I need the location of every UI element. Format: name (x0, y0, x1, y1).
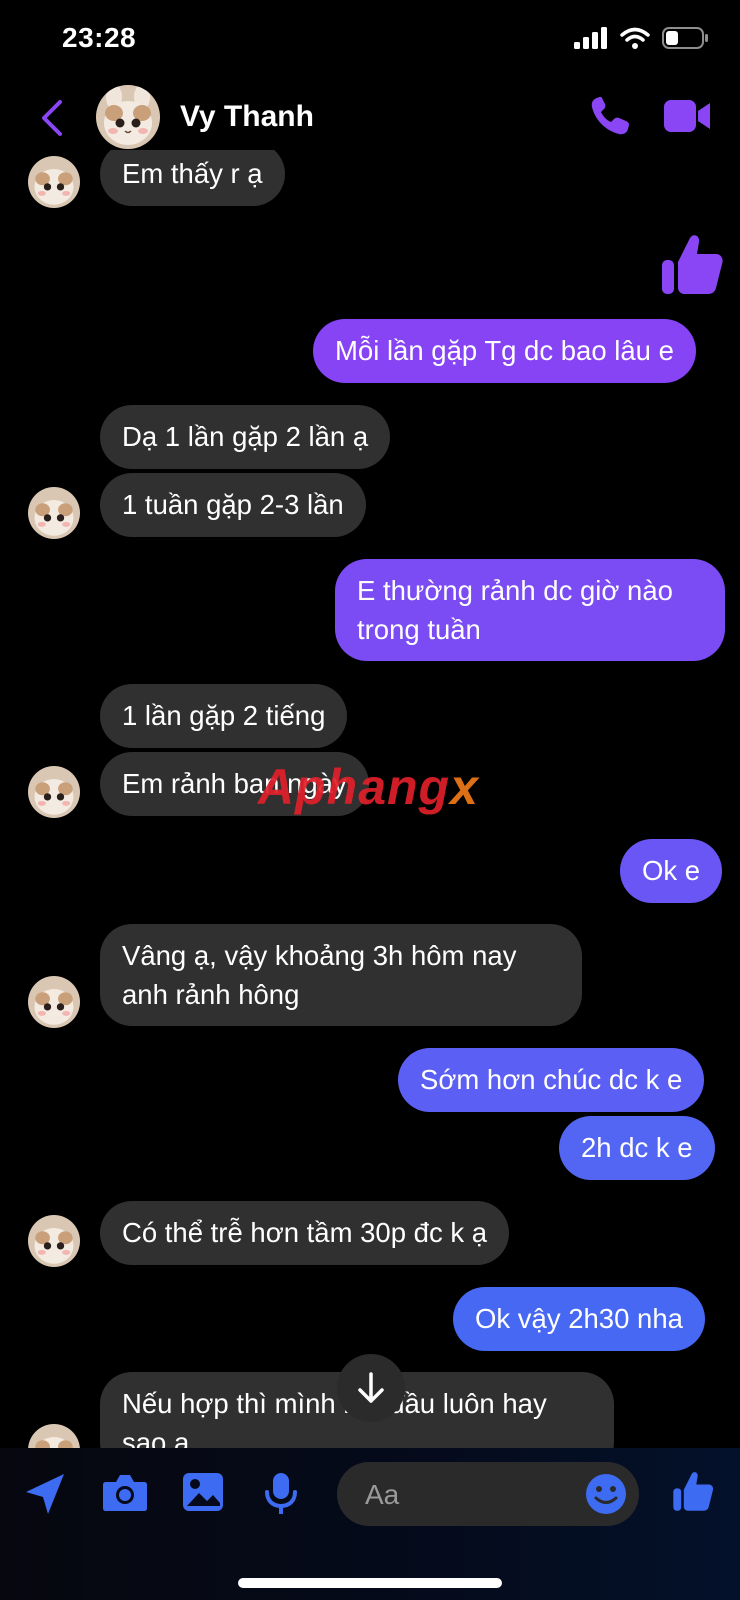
message-bubble-outgoing[interactable]: Ok e (620, 839, 723, 903)
battery-icon (662, 27, 708, 49)
message-bubble-incoming[interactable]: Có thể trễ hơn tầm 30p đc k ạ (100, 1201, 510, 1265)
thumbs-up-sticker-icon[interactable] (660, 232, 724, 296)
watermark-text: Aphang (258, 759, 451, 815)
sender-avatar[interactable] (28, 487, 80, 539)
thumbs-up-icon[interactable] (672, 1468, 714, 1514)
camera-icon[interactable] (102, 1472, 148, 1512)
status-bar: 23:28 (0, 0, 740, 80)
message-input[interactable]: Aa (337, 1462, 639, 1526)
message-bubble-incoming[interactable]: 1 lần gặp 2 tiếng (100, 684, 348, 748)
message-bubble-incoming[interactable]: Em thấy r ạ (100, 150, 285, 206)
sender-avatar[interactable] (28, 1424, 80, 1448)
gallery-image-icon[interactable] (182, 1472, 224, 1512)
status-icons (574, 26, 710, 50)
watermark: Aphangx (258, 758, 479, 816)
contact-avatar[interactable] (96, 85, 160, 149)
message-bubble-outgoing[interactable]: E thường rảnh dc giờ nào trong tuần (335, 559, 725, 661)
back-chevron-icon[interactable] (38, 98, 64, 138)
message-bubble-outgoing[interactable]: Ok vậy 2h30 nha (453, 1287, 705, 1351)
scroll-to-bottom-button[interactable] (337, 1354, 405, 1422)
message-bubble-outgoing[interactable]: Mỗi lần gặp Tg dc bao lâu e (313, 319, 696, 383)
phone-icon[interactable] (588, 94, 632, 138)
emoji-icon[interactable] (585, 1473, 627, 1515)
status-time: 23:28 (62, 22, 137, 53)
message-bubble-incoming[interactable]: Dạ 1 lần gặp 2 lần ạ (100, 405, 391, 469)
home-indicator[interactable] (238, 1578, 502, 1588)
watermark-x: x (450, 759, 479, 815)
chat-header: Vy Thanh (0, 80, 740, 160)
contact-name[interactable]: Vy Thanh (180, 100, 314, 134)
message-list[interactable]: Em thấy r ạ Mỗi lần gặp Tg dc bao lâu e … (0, 150, 740, 1448)
wifi-icon (620, 27, 650, 49)
sender-avatar[interactable] (28, 766, 80, 818)
message-bubble-incoming[interactable]: Vâng ạ, vậy khoảng 3h hôm nay anh rảnh h… (100, 924, 582, 1026)
message-input-placeholder: Aa (365, 1479, 400, 1510)
sender-avatar[interactable] (28, 976, 80, 1028)
arrow-down-icon (358, 1372, 384, 1403)
location-arrow-icon[interactable] (24, 1472, 66, 1516)
composer-bar: Aa (0, 1448, 740, 1600)
message-bubble-outgoing[interactable]: 2h dc k e (559, 1116, 715, 1180)
message-bubble-incoming[interactable]: 1 tuần gặp 2-3 lần (100, 473, 366, 537)
cellular-signal-icon (574, 27, 607, 49)
video-camera-icon[interactable] (664, 98, 712, 134)
message-bubble-outgoing[interactable]: Sớm hơn chúc dc k e (398, 1048, 705, 1112)
sender-avatar[interactable] (28, 156, 80, 208)
sender-avatar[interactable] (28, 1215, 80, 1267)
microphone-icon[interactable] (264, 1472, 298, 1516)
